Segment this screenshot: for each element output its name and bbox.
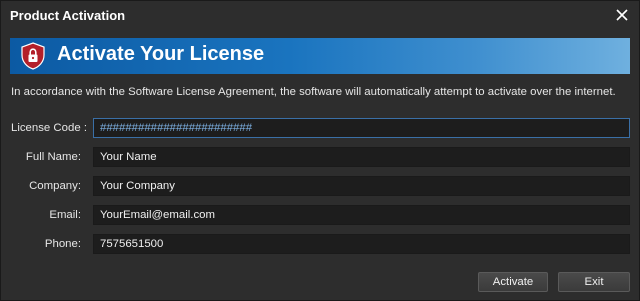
company-label: Company:: [29, 180, 81, 192]
full-name-field[interactable]: [93, 147, 630, 167]
close-icon: [616, 9, 628, 21]
activate-button[interactable]: Activate: [478, 272, 548, 292]
email-label: Email:: [49, 209, 81, 221]
title-bar[interactable]: Product Activation: [1, 1, 639, 31]
phone-label: Phone:: [44, 238, 81, 250]
close-button[interactable]: [611, 4, 633, 26]
banner-title: Activate Your License: [57, 43, 265, 65]
exit-button[interactable]: Exit: [558, 272, 630, 292]
phone-field[interactable]: [93, 234, 630, 254]
license-code-field[interactable]: [93, 118, 630, 138]
window-title: Product Activation: [10, 8, 126, 23]
company-field[interactable]: [93, 176, 630, 196]
full-name-label: Full Name:: [25, 151, 81, 163]
header-banner: Activate Your License: [10, 38, 630, 74]
license-code-label: License Code :: [11, 122, 87, 134]
product-activation-dialog: Product Activation Activate Your License…: [0, 0, 640, 301]
shield-lock-icon: [21, 42, 45, 70]
intro-text: In accordance with the Software License …: [11, 86, 616, 98]
email-field[interactable]: [93, 205, 630, 225]
